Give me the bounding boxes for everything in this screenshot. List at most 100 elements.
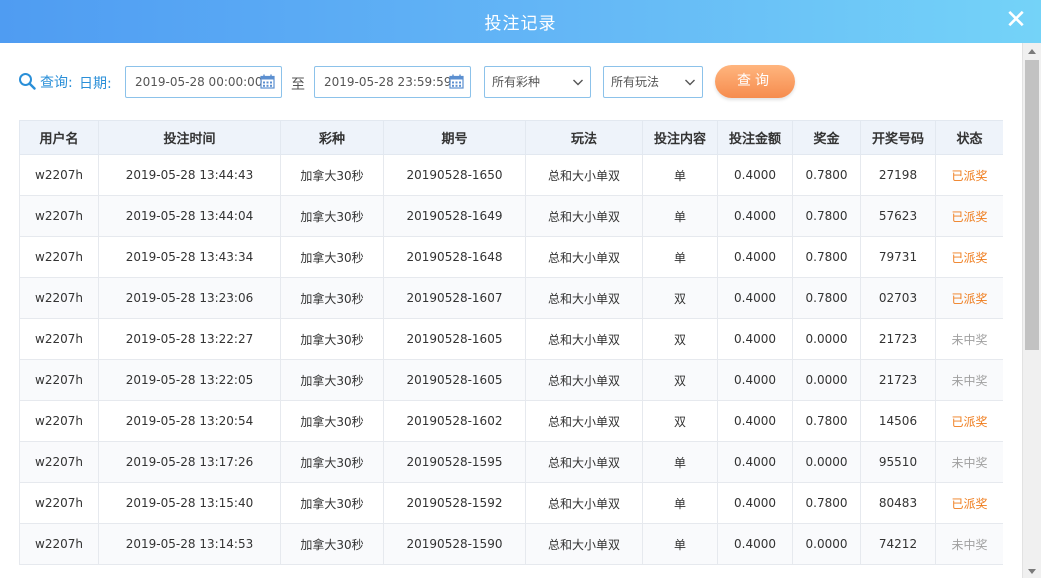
cell-play-type: 总和大小单双 — [525, 154, 643, 196]
table-row: w2207h 2019-05-28 13:22:27 加拿大30秒 20190528-… — [19, 318, 1003, 360]
cell-username: w2207h — [19, 441, 99, 483]
column-header: 彩种 — [280, 120, 384, 155]
cell-prize: 0.7800 — [792, 195, 861, 237]
cell-prize: 0.7800 — [792, 482, 861, 524]
cell-bet-content: 单 — [642, 523, 718, 565]
cell-bet-amount: 0.4000 — [717, 318, 793, 360]
cell-period: 20190528-1602 — [383, 400, 526, 442]
table-row: w2207h 2019-05-28 13:20:54 加拿大30秒 20190528-… — [19, 400, 1003, 442]
cell-bet-time: 2019-05-28 13:17:26 — [98, 441, 281, 483]
cell-play-type: 总和大小单双 — [525, 318, 643, 360]
cell-username: w2207h — [19, 523, 99, 565]
table-body: w2207h 2019-05-28 13:44:43 加拿大30秒 20190528-… — [19, 154, 1003, 565]
table-row: w2207h 2019-05-28 13:43:34 加拿大30秒 20190528-… — [19, 236, 1003, 278]
cell-username: w2207h — [19, 318, 99, 360]
cell-bet-time: 2019-05-28 13:44:04 — [98, 195, 281, 237]
column-header: 状态 — [935, 120, 1003, 155]
cell-username: w2207h — [19, 277, 99, 319]
date-separator: 至 — [291, 77, 305, 93]
cell-period: 20190528-1605 — [383, 318, 526, 360]
cell-bet-content: 双 — [642, 400, 718, 442]
cell-status: 未中奖 — [935, 318, 1003, 360]
cell-username: w2207h — [19, 400, 99, 442]
cell-draw-number: 95510 — [860, 441, 936, 483]
column-header: 玩法 — [525, 120, 643, 155]
bet-records-table: 用户名 投注时间 彩种 期号 玩法 投注内容 投注金额 奖金 开奖号码 状态 w… — [19, 120, 1003, 565]
cell-prize: 0.0000 — [792, 441, 861, 483]
table-row: w2207h 2019-05-28 13:44:43 加拿大30秒 20190528-… — [19, 154, 1003, 196]
cell-period: 20190528-1595 — [383, 441, 526, 483]
cell-status: 已派奖 — [935, 236, 1003, 278]
cell-draw-number: 02703 — [860, 277, 936, 319]
cell-bet-time: 2019-05-28 13:14:53 — [98, 523, 281, 565]
cell-status: 未中奖 — [935, 359, 1003, 401]
cell-lottery: 加拿大30秒 — [280, 482, 384, 524]
cell-period: 20190528-1648 — [383, 236, 526, 278]
cell-bet-time: 2019-05-28 13:15:40 — [98, 482, 281, 524]
vertical-scrollbar[interactable] — [1022, 43, 1041, 578]
scrollbar-thumb[interactable] — [1025, 60, 1039, 350]
cell-lottery: 加拿大30秒 — [280, 154, 384, 196]
cell-play-type: 总和大小单双 — [525, 482, 643, 524]
cell-draw-number: 21723 — [860, 359, 936, 401]
cell-bet-content: 单 — [642, 482, 718, 524]
cell-draw-number: 74212 — [860, 523, 936, 565]
query-button[interactable]: 查询 — [715, 65, 795, 98]
start-date-input[interactable]: 2019-05-28 00:00:00 — [125, 66, 282, 98]
cell-lottery: 加拿大30秒 — [280, 523, 384, 565]
cell-bet-content: 双 — [642, 359, 718, 401]
cell-bet-content: 双 — [642, 277, 718, 319]
cell-bet-time: 2019-05-28 13:20:54 — [98, 400, 281, 442]
play-type-select[interactable]: 所有玩法 — [603, 66, 703, 98]
cell-username: w2207h — [19, 195, 99, 237]
cell-play-type: 总和大小单双 — [525, 400, 643, 442]
date-label: 日期: — [79, 76, 112, 92]
column-header: 投注内容 — [642, 120, 718, 155]
cell-status: 未中奖 — [935, 441, 1003, 483]
cell-play-type: 总和大小单双 — [525, 441, 643, 483]
cell-bet-amount: 0.4000 — [717, 523, 793, 565]
cell-bet-time: 2019-05-28 13:44:43 — [98, 154, 281, 196]
cell-username: w2207h — [19, 154, 99, 196]
scroll-up-arrow-icon[interactable] — [1028, 49, 1036, 54]
cell-draw-number: 80483 — [860, 482, 936, 524]
query-label: 查询: — [40, 75, 73, 91]
cell-username: w2207h — [19, 359, 99, 401]
cell-bet-content: 双 — [642, 318, 718, 360]
cell-draw-number: 14506 — [860, 400, 936, 442]
scroll-down-arrow-icon[interactable] — [1028, 569, 1036, 574]
cell-lottery: 加拿大30秒 — [280, 400, 384, 442]
cell-username: w2207h — [19, 482, 99, 524]
lottery-type-select[interactable]: 所有彩种 — [484, 66, 591, 98]
cell-lottery: 加拿大30秒 — [280, 236, 384, 278]
cell-period: 20190528-1590 — [383, 523, 526, 565]
end-date-value: 2019-05-28 23:59:59 — [324, 75, 452, 89]
cell-period: 20190528-1605 — [383, 359, 526, 401]
cell-bet-content: 单 — [642, 154, 718, 196]
table-header-row: 用户名 投注时间 彩种 期号 玩法 投注内容 投注金额 奖金 开奖号码 状态 — [19, 120, 1003, 155]
cell-prize: 0.7800 — [792, 277, 861, 319]
end-date-input[interactable]: 2019-05-28 23:59:59 — [314, 66, 471, 98]
cell-status: 已派奖 — [935, 400, 1003, 442]
cell-status: 已派奖 — [935, 482, 1003, 524]
cell-bet-time: 2019-05-28 13:43:34 — [98, 236, 281, 278]
calendar-icon[interactable] — [449, 74, 464, 89]
column-header: 开奖号码 — [860, 120, 936, 155]
cell-play-type: 总和大小单双 — [525, 359, 643, 401]
cell-username: w2207h — [19, 236, 99, 278]
cell-period: 20190528-1592 — [383, 482, 526, 524]
cell-prize: 0.7800 — [792, 400, 861, 442]
cell-bet-content: 单 — [642, 441, 718, 483]
cell-draw-number: 57623 — [860, 195, 936, 237]
cell-bet-amount: 0.4000 — [717, 359, 793, 401]
cell-bet-amount: 0.4000 — [717, 441, 793, 483]
cell-bet-amount: 0.4000 — [717, 154, 793, 196]
table-row: w2207h 2019-05-28 13:44:04 加拿大30秒 20190528-… — [19, 195, 1003, 237]
calendar-icon[interactable] — [260, 74, 275, 89]
cell-play-type: 总和大小单双 — [525, 277, 643, 319]
cell-draw-number: 79731 — [860, 236, 936, 278]
cell-status: 已派奖 — [935, 195, 1003, 237]
chevron-down-icon — [685, 79, 695, 86]
column-header: 奖金 — [792, 120, 861, 155]
close-icon[interactable]: ✕ — [1003, 7, 1029, 34]
